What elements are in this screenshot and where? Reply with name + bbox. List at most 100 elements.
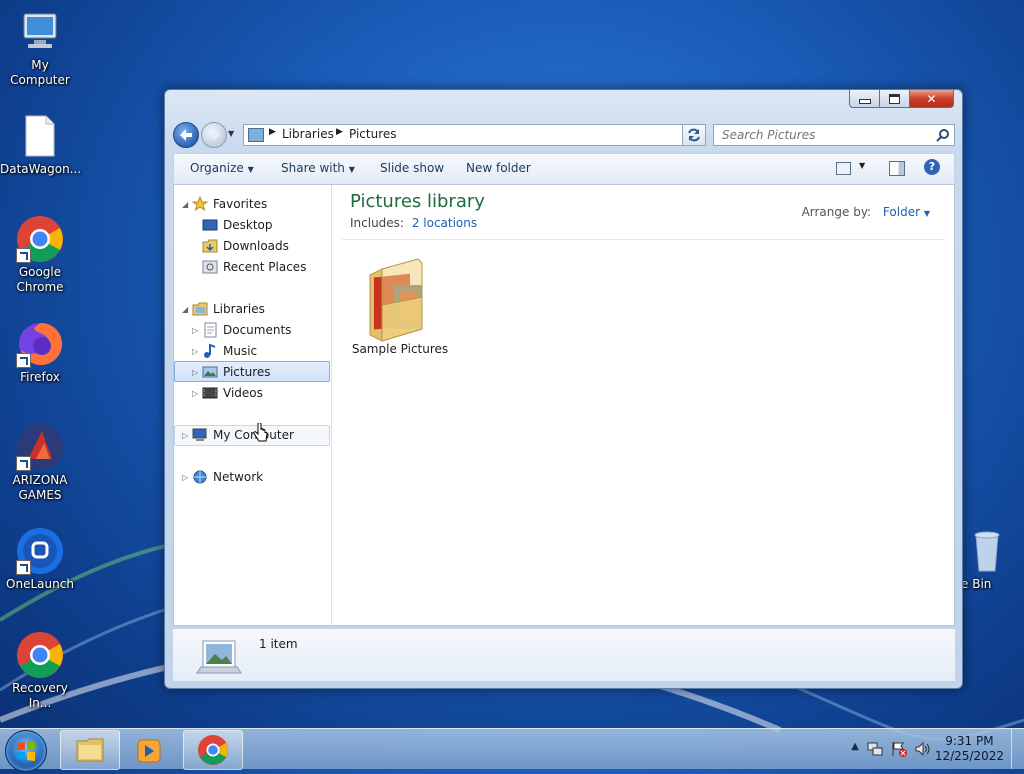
caption-buttons: ✕ <box>849 90 954 108</box>
nav-network[interactable]: Network <box>192 467 263 487</box>
search-box <box>713 124 955 146</box>
pictures-library-icon <box>248 128 264 142</box>
forward-button[interactable] <box>201 122 227 148</box>
new-folder-button[interactable]: New folder <box>466 161 531 175</box>
desktop-icon-firefox[interactable]: Firefox <box>0 320 80 385</box>
my-computer-icon <box>16 8 64 56</box>
arrow-right-icon <box>208 129 220 141</box>
help-icon[interactable]: ? <box>924 159 940 175</box>
organize-button[interactable]: Organize ▼ <box>190 161 254 175</box>
nav-videos[interactable]: Videos <box>202 383 263 403</box>
library-includes: Includes: 2 locations <box>350 216 477 230</box>
view-options-dropdown[interactable]: ▼ <box>859 161 865 170</box>
desktop-icon-google-chrome[interactable]: Google Chrome <box>0 215 80 295</box>
nav-documents[interactable]: Documents <box>202 320 291 340</box>
address-bar[interactable]: ▶ Libraries ▶ Pictures ▼ <box>243 124 697 146</box>
includes-locations-link[interactable]: 2 locations <box>412 216 477 230</box>
nav-downloads-label: Downloads <box>223 239 289 253</box>
firefox-icon <box>16 320 64 368</box>
shortcut-arrow-icon <box>16 248 31 263</box>
desktop-icon-recovery[interactable]: Recovery In... <box>0 631 80 711</box>
expand-arrow-icon[interactable]: ▷ <box>192 389 198 398</box>
expand-arrow-icon[interactable]: ▷ <box>192 326 198 335</box>
breadcrumb-libraries[interactable]: Libraries <box>282 127 334 141</box>
item-count: 1 item <box>259 637 298 651</box>
recent-pages-dropdown[interactable]: ▼ <box>228 129 234 138</box>
chrome-icon <box>16 215 64 263</box>
nav-recent-places[interactable]: Recent Places <box>202 257 306 277</box>
folder-item-label: Sample Pictures <box>351 342 449 356</box>
file-explorer-icon <box>76 738 104 762</box>
library-thumbnail-icon <box>196 640 242 674</box>
nav-documents-label: Documents <box>223 323 292 337</box>
header-divider <box>342 239 944 240</box>
breadcrumb-separator-icon: ▶ <box>336 127 343 137</box>
nav-network-label: Network <box>213 470 264 484</box>
taskbar-file-explorer[interactable] <box>60 730 120 770</box>
expand-arrow-icon[interactable]: ◢ <box>182 305 188 314</box>
nav-pictures[interactable]: Pictures <box>202 362 271 382</box>
organize-label: Organize <box>190 161 244 175</box>
clock[interactable]: 9:31 PM 12/25/2022 <box>935 734 1004 764</box>
back-button[interactable] <box>173 122 199 148</box>
expand-arrow-icon[interactable]: ▷ <box>192 347 198 356</box>
network-status-icon[interactable] <box>866 740 884 758</box>
desktop-icon-onelaunch[interactable]: OneLaunch <box>0 527 80 592</box>
nav-libraries[interactable]: Libraries <box>192 299 265 319</box>
includes-label: Includes: <box>350 216 404 230</box>
documents-icon <box>202 322 218 338</box>
explorer-window: ✕ ▼ ▶ Libraries ▶ Pictures ▼ Organize ▼ … <box>164 89 963 689</box>
search-icon[interactable] <box>936 128 950 142</box>
videos-icon <box>202 385 218 401</box>
breadcrumb-separator-icon: ▶ <box>269 127 276 137</box>
expand-arrow-icon[interactable]: ▷ <box>192 368 198 377</box>
show-hidden-icons-button[interactable]: ▲ <box>851 741 859 752</box>
chrome-icon <box>16 631 64 679</box>
desktop-icon-datawagon[interactable]: DataWagon... <box>0 112 81 177</box>
refresh-button[interactable] <box>682 124 706 146</box>
nav-downloads[interactable]: Downloads <box>202 236 289 256</box>
nav-desktop[interactable]: Desktop <box>202 215 273 235</box>
breadcrumb-pictures[interactable]: Pictures <box>349 127 397 141</box>
nav-music-label: Music <box>223 344 258 358</box>
close-button[interactable]: ✕ <box>909 90 954 108</box>
navigation-pane: ◢ Favorites Desktop Downloads Recent Pla… <box>174 185 332 625</box>
content-area: ◢ Favorites Desktop Downloads Recent Pla… <box>173 184 955 626</box>
start-button[interactable] <box>5 730 47 772</box>
folder-item[interactable]: Sample Pictures <box>346 245 454 365</box>
nav-favorites[interactable]: Favorites <box>191 194 267 214</box>
slide-show-button[interactable]: Slide show <box>380 161 444 175</box>
show-desktop-button[interactable] <box>1011 729 1024 769</box>
arrange-by-value: Folder <box>882 205 921 219</box>
nav-my-computer[interactable]: My Computer <box>192 425 294 445</box>
action-center-flag-icon[interactable] <box>890 740 908 758</box>
shortcut-arrow-icon <box>16 456 31 471</box>
desktop-icon-arizona-games[interactable]: ARIZONA GAMES <box>0 423 80 503</box>
downloads-folder-icon <box>202 238 218 254</box>
nav-videos-label: Videos <box>223 386 263 400</box>
recycle-bin-icon <box>958 527 1006 575</box>
music-note-icon <box>202 343 218 359</box>
details-pane: 1 item <box>173 628 955 681</box>
change-view-icon[interactable] <box>836 162 851 175</box>
desktop-icon-my-computer[interactable]: My Computer <box>0 8 80 88</box>
arizona-games-icon <box>16 423 64 471</box>
expand-arrow-icon[interactable]: ◢ <box>182 200 188 209</box>
clock-time: 9:31 PM <box>945 734 994 748</box>
nav-music[interactable]: Music <box>202 341 257 361</box>
search-input[interactable] <box>720 127 934 143</box>
volume-icon[interactable] <box>914 740 932 758</box>
share-with-button[interactable]: Share with ▼ <box>281 161 355 175</box>
arrange-by: Arrange by: Folder ▼ <box>802 205 930 219</box>
taskbar-chrome[interactable] <box>183 730 243 770</box>
taskbar-media-player[interactable] <box>120 730 180 770</box>
nav-recent-places-label: Recent Places <box>223 260 307 274</box>
arrange-by-dropdown[interactable]: Folder ▼ <box>883 205 930 219</box>
expand-arrow-icon[interactable]: ▷ <box>182 431 188 440</box>
refresh-icon <box>688 128 700 142</box>
maximize-button[interactable] <box>879 90 910 108</box>
minimize-button[interactable] <box>849 90 880 108</box>
close-icon: ✕ <box>926 91 937 106</box>
preview-pane-icon[interactable] <box>889 161 905 176</box>
expand-arrow-icon[interactable]: ▷ <box>182 473 188 482</box>
